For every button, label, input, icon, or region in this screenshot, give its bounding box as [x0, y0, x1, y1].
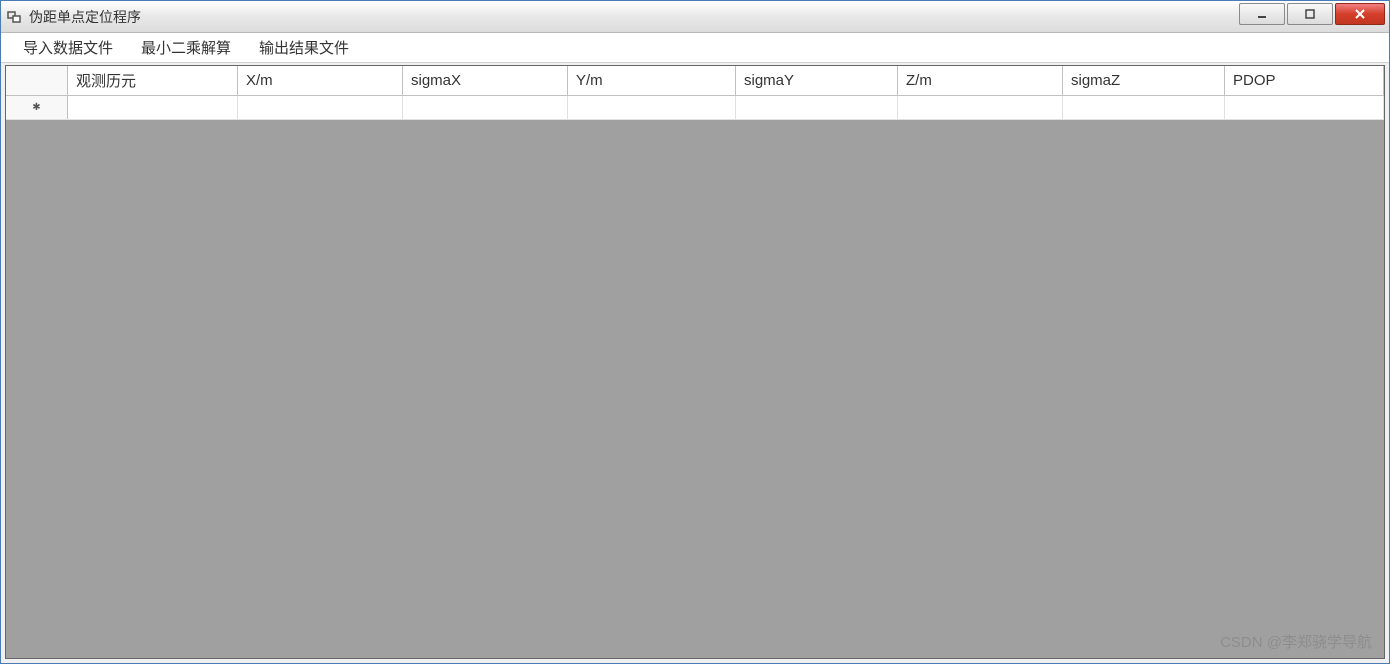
- window-title: 伪距单点定位程序: [29, 7, 1237, 27]
- column-header-sigmax[interactable]: sigmaX: [403, 66, 568, 95]
- maximize-icon: [1304, 8, 1316, 20]
- close-icon: [1354, 8, 1366, 20]
- grid-new-row[interactable]: ✱: [6, 96, 1384, 120]
- column-header-sigmaz[interactable]: sigmaZ: [1063, 66, 1225, 95]
- column-header-z[interactable]: Z/m: [898, 66, 1063, 95]
- row-header-cell[interactable]: ✱: [6, 96, 68, 119]
- close-button[interactable]: [1335, 3, 1385, 25]
- window-controls: [1237, 3, 1385, 25]
- data-grid[interactable]: 观测历元 X/m sigmaX Y/m sigmaY Z/m sigmaZ PD…: [6, 66, 1384, 658]
- menu-import-data[interactable]: 导入数据文件: [9, 33, 127, 62]
- grid-corner-cell[interactable]: [6, 66, 68, 95]
- application-window: 伪距单点定位程序 导入数据文件 最小二乘解算 输出结果文件: [0, 0, 1390, 664]
- column-header-sigmay[interactable]: sigmaY: [736, 66, 898, 95]
- menu-least-squares[interactable]: 最小二乘解算: [127, 33, 245, 62]
- grid-cell[interactable]: [736, 96, 898, 119]
- grid-cell[interactable]: [1225, 96, 1384, 119]
- column-header-y[interactable]: Y/m: [568, 66, 736, 95]
- new-row-marker-icon: ✱: [32, 102, 40, 113]
- column-header-epoch[interactable]: 观测历元: [68, 66, 238, 95]
- minimize-button[interactable]: [1239, 3, 1285, 25]
- column-header-x[interactable]: X/m: [238, 66, 403, 95]
- grid-cell[interactable]: [68, 96, 238, 119]
- column-header-pdop[interactable]: PDOP: [1225, 66, 1384, 95]
- grid-cell[interactable]: [898, 96, 1063, 119]
- grid-cell[interactable]: [238, 96, 403, 119]
- menubar: 导入数据文件 最小二乘解算 输出结果文件: [1, 33, 1389, 63]
- grid-cell[interactable]: [403, 96, 568, 119]
- minimize-icon: [1256, 8, 1268, 20]
- content-area: 观测历元 X/m sigmaX Y/m sigmaY Z/m sigmaZ PD…: [5, 65, 1385, 659]
- grid-cell[interactable]: [568, 96, 736, 119]
- titlebar[interactable]: 伪距单点定位程序: [1, 1, 1389, 33]
- app-icon: [7, 9, 23, 25]
- grid-cell[interactable]: [1063, 96, 1225, 119]
- menu-export-results[interactable]: 输出结果文件: [245, 33, 363, 62]
- grid-header-row: 观测历元 X/m sigmaX Y/m sigmaY Z/m sigmaZ PD…: [6, 66, 1384, 96]
- maximize-button[interactable]: [1287, 3, 1333, 25]
